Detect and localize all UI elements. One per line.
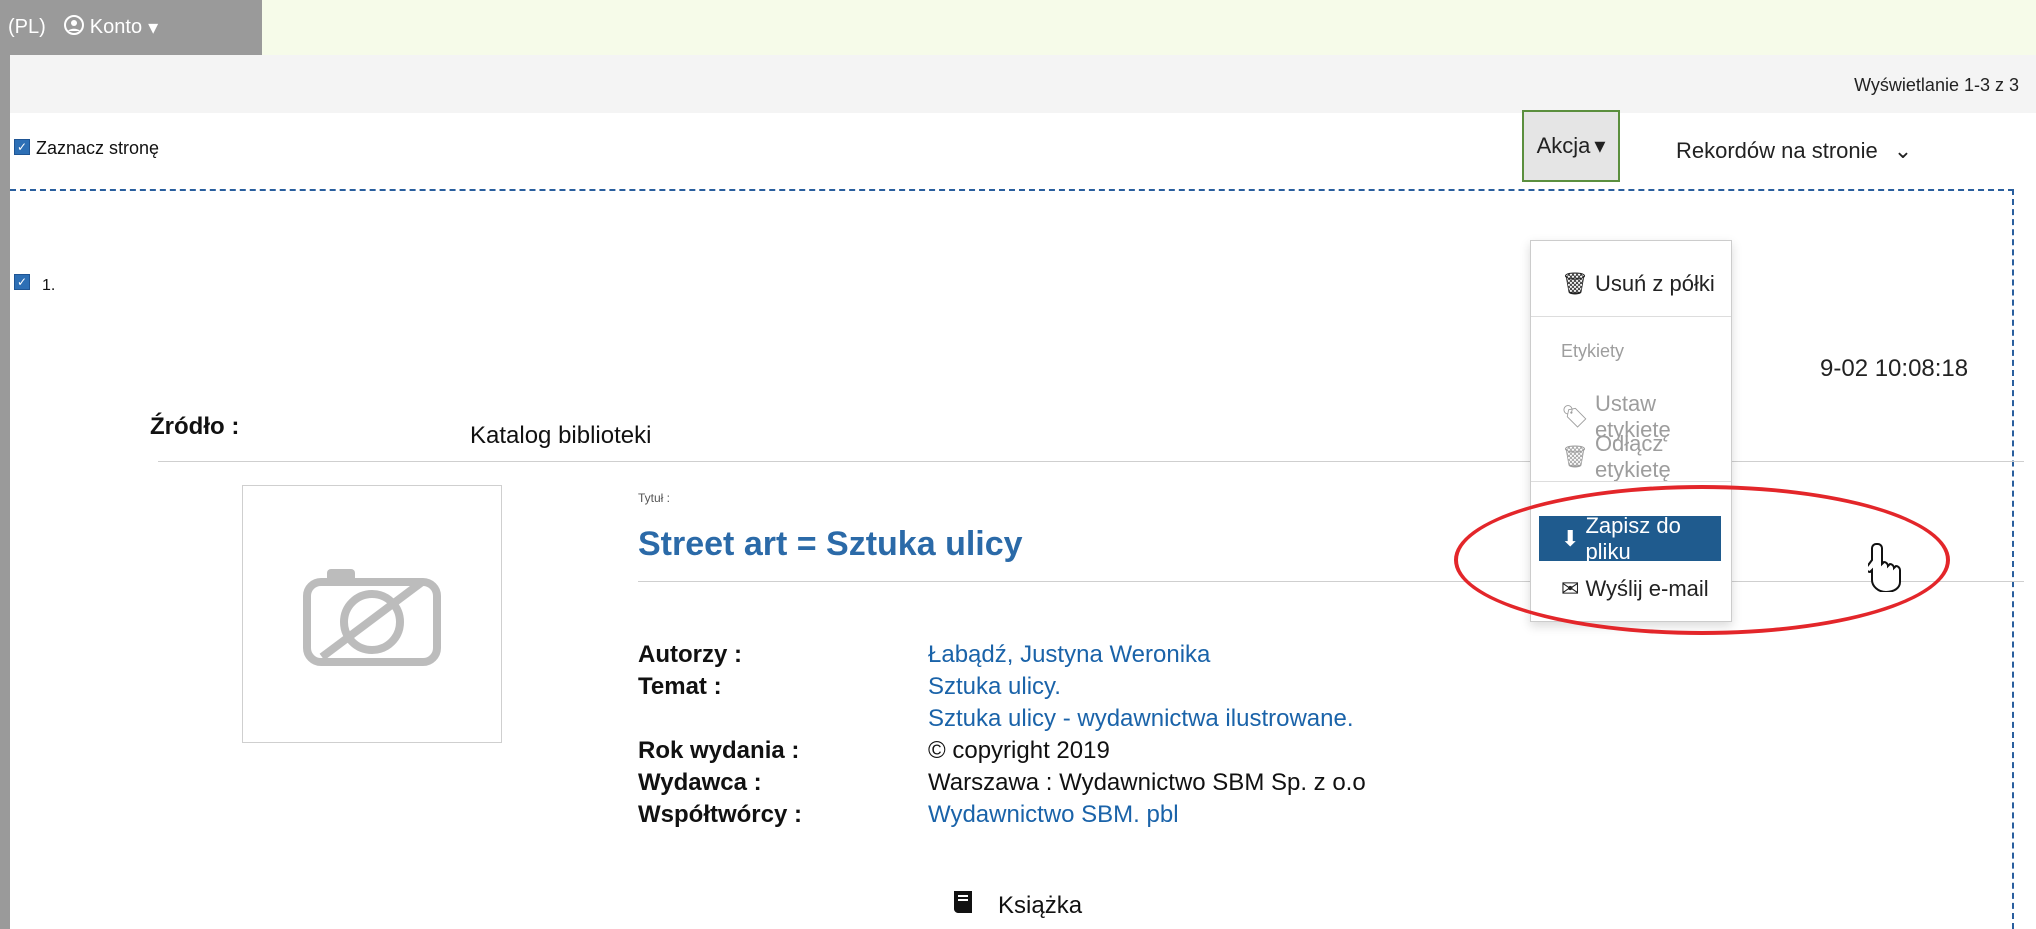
trash-icon: 🗑: [1561, 444, 1589, 469]
publisher-label: Wydawca :: [638, 769, 762, 796]
hand-cursor-icon: [1864, 540, 1902, 594]
trash-icon: 🗑: [1561, 271, 1589, 296]
contributors-link[interactable]: Wydawnictwo SBM. pbl: [928, 801, 1179, 829]
subject-link-1[interactable]: Sztuka ulicy.: [928, 673, 1061, 701]
year-value: © copyright 2019: [928, 737, 1110, 764]
caret-down-icon: ▾: [148, 17, 159, 39]
top-bar: (PL) Konto ▾: [0, 0, 262, 55]
per-page-label: Rekordów na stronie: [1676, 138, 1878, 163]
action-button[interactable]: Akcja ▾: [1522, 110, 1620, 182]
results-count-row: Wyświetlanie 1-3 z 3: [10, 55, 2036, 114]
format-label: Książka: [998, 891, 1083, 919]
source-value: Katalog biblioteki: [470, 422, 652, 449]
account-menu[interactable]: Konto ▾: [63, 14, 159, 41]
menu-item-detach-tag: 🗑 Odłącz etykietę: [1561, 431, 1731, 483]
subject-link-2[interactable]: Sztuka ulicy - wydawnictwa ilustrowane.: [928, 705, 1354, 733]
menu-divider: [1531, 481, 1731, 482]
camera-off-icon: [297, 557, 447, 672]
publisher-value: Warszawa : Wydawnictwo SBM Sp. z o.o: [928, 769, 1366, 796]
record-number: 1.: [42, 277, 56, 294]
cover-placeholder: [242, 485, 502, 743]
account-label: Konto: [89, 16, 143, 38]
record-timestamp: 9-02 10:08:18: [1820, 355, 1969, 382]
records-per-page[interactable]: Rekordów na stronie ⌄: [1676, 138, 1912, 164]
results-count: Wyświetlanie 1-3 z 3: [1854, 75, 2019, 95]
select-page-label: Zaznacz stronę: [36, 138, 160, 158]
source-label: Źródło :: [150, 413, 240, 440]
contributors-label: Współtwórcy :: [638, 801, 803, 828]
user-icon: [63, 14, 84, 41]
title-label: Tytuł :: [638, 491, 671, 505]
menu-item-remove[interactable]: 🗑 Usuń z półki: [1561, 271, 1715, 297]
book-icon: [948, 887, 978, 924]
divider: [158, 461, 2024, 462]
menu-item-remove-label: Usuń z półki: [1594, 271, 1715, 296]
authors-link[interactable]: Łabądź, Justyna Weronika: [928, 641, 1210, 669]
authors-label: Autorzy :: [638, 641, 742, 668]
menu-item-detach-tag-label: Odłącz etykietę: [1594, 431, 1671, 482]
language-selector[interactable]: (PL): [8, 16, 46, 39]
record-checkbox[interactable]: ✓: [14, 274, 30, 290]
caret-down-icon: ▾: [1594, 133, 1606, 158]
year-label: Rok wydania :: [638, 737, 800, 764]
subject-label: Temat :: [638, 673, 722, 700]
record-title[interactable]: Street art = Sztuka ulicy: [638, 525, 1023, 564]
menu-header-tags: Etykiety: [1561, 341, 1625, 361]
select-page-checkbox[interactable]: ✓: [14, 139, 30, 155]
menu-divider: [1531, 316, 1731, 317]
format-row: Książka: [948, 887, 1082, 924]
action-button-label: Akcja: [1536, 133, 1591, 158]
results-panel: Wyświetlanie 1-3 z 3 ✓ Zaznacz stronę ✓ …: [10, 55, 2036, 929]
chevron-down-icon: ⌄: [1893, 138, 1913, 163]
left-side-strip: [0, 55, 10, 929]
tag-icon: 🏷: [1561, 404, 1589, 429]
